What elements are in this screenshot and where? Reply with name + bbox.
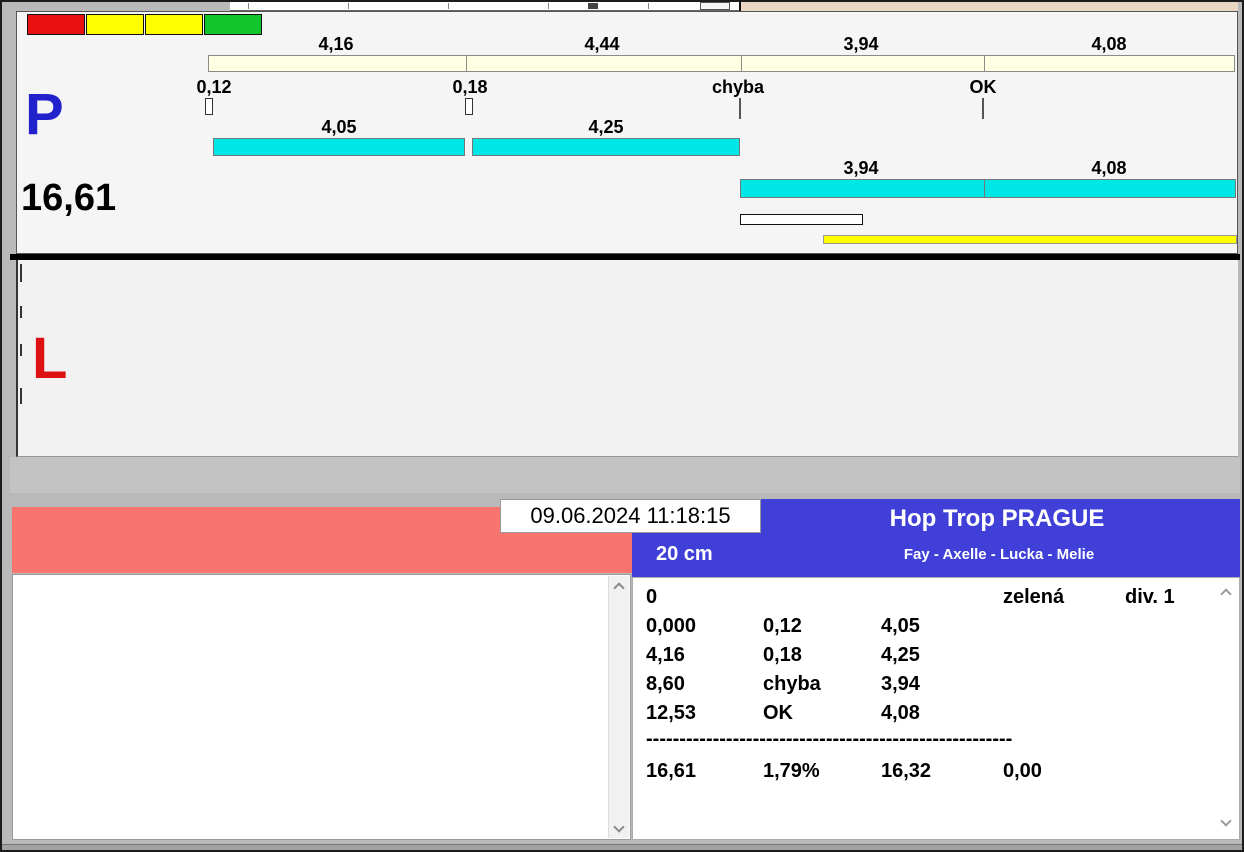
lane-p-total-time: 16,61: [21, 177, 117, 219]
timestamp-display: 09.06.2024 11:18:15: [500, 499, 761, 533]
result-cell: 12,53: [646, 702, 697, 724]
checkpoint-label: 0,18: [452, 77, 488, 97]
run-number: 0: [646, 586, 658, 608]
result-cell: 3,94: [881, 673, 920, 695]
jump-height-label: 20 cm: [656, 543, 713, 565]
split-time-label: 3,94: [843, 34, 879, 54]
separator-strip: [10, 457, 1240, 493]
window-fragment-tick: [248, 3, 249, 9]
app-window: 4,16 4,44 3,94 4,08 0,12 0,18 chyba OK P…: [0, 0, 1244, 852]
split-time-label: 4,08: [1091, 34, 1127, 54]
progress-marker-bar: [740, 214, 863, 225]
lane-l-label: L: [32, 326, 68, 391]
checkpoint-tick: [982, 98, 984, 119]
scroll-down-button[interactable]: [1220, 815, 1232, 827]
run-list-scrollbar[interactable]: [608, 576, 629, 838]
result-cell: 4,08: [881, 702, 920, 724]
status-light-yellow-2: [145, 14, 203, 35]
window-fragment-mark: [588, 3, 598, 9]
lane-p-label: P: [25, 82, 64, 147]
result-total-percent: 1,79%: [763, 760, 820, 782]
split-time-label: 4,25: [588, 117, 624, 137]
chevron-down-icon: [613, 820, 625, 833]
track-segment-divider: [741, 56, 742, 71]
lane-p-panel: 4,16 4,44 3,94 4,08 0,12 0,18 chyba OK P…: [16, 11, 1238, 254]
split-bar: [472, 138, 740, 156]
split-time-label: 3,94: [843, 158, 879, 178]
window-fragment-tick: [648, 3, 649, 9]
track-segment-divider: [984, 56, 985, 71]
split-bar: [740, 179, 1236, 198]
chevron-up-icon: [613, 581, 625, 594]
status-light-yellow-1: [86, 14, 144, 35]
result-net-time: 16,32: [881, 760, 932, 782]
team-name: Hop Trop PRAGUE: [889, 505, 1105, 532]
light-status: zelená: [1003, 586, 1065, 608]
lane-l-tick: [20, 388, 22, 404]
dog-names: Fay - Axelle - Lucka - Melie: [903, 546, 1095, 563]
total-track-bar: [208, 55, 1235, 72]
lane-l-tick: [20, 264, 22, 282]
split-bar: [213, 138, 465, 156]
checkpoint-label: chyba: [711, 77, 765, 97]
window-fragment-box: [700, 2, 730, 10]
lane-l-tick: [20, 306, 22, 318]
window-fragment-tick: [548, 3, 549, 9]
result-cell: 4,05: [881, 615, 920, 637]
scroll-up-button[interactable]: [1220, 588, 1232, 600]
checkpoint-marker: [465, 98, 473, 115]
split-bar-divider: [984, 180, 985, 197]
division-label: div. 1: [1125, 586, 1175, 608]
result-cell: OK: [763, 702, 793, 724]
checkpoint-label: OK: [969, 77, 997, 97]
result-cell: 0,000: [646, 615, 697, 637]
scroll-up-button[interactable]: [609, 576, 629, 595]
result-cell: 4,25: [881, 644, 920, 666]
track-segment-divider: [466, 56, 467, 71]
window-fragment-tick: [348, 3, 349, 9]
window-fragment-strip: [230, 2, 739, 11]
result-penalty: 0,00: [1003, 760, 1042, 782]
result-cell: 0,18: [763, 644, 802, 666]
status-light-green: [204, 14, 262, 35]
result-cell: chyba: [763, 673, 821, 695]
scroll-down-button[interactable]: [609, 819, 629, 838]
window-fragment-tick: [448, 3, 449, 9]
split-time-label: 4,16: [318, 34, 354, 54]
status-light-red: [27, 14, 85, 35]
lane-l-panel: L: [16, 260, 1238, 457]
split-time-label: 4,08: [1091, 158, 1127, 178]
lane-l-tick: [20, 344, 22, 356]
run-list-panel: [12, 574, 631, 840]
result-cell: 0,12: [763, 615, 802, 637]
result-total-time: 16,61: [646, 760, 697, 782]
start-lights: [27, 14, 263, 35]
split-time-label: 4,05: [321, 117, 357, 137]
result-cell: 4,16: [646, 644, 685, 666]
checkpoint-marker: [205, 98, 213, 115]
result-cell: 8,60: [646, 673, 685, 695]
split-time-label: 4,44: [584, 34, 620, 54]
highlight-bar-yellow: [823, 235, 1237, 244]
results-separator: ----------------------------------------…: [646, 728, 1013, 750]
checkpoint-tick: [739, 98, 741, 119]
bottom-status-bar: [2, 844, 1242, 850]
checkpoint-label: 0,12: [196, 77, 232, 97]
results-panel: 0 zelená div. 1 0,000 0,12 4,05 4,16 0,1…: [632, 577, 1240, 840]
